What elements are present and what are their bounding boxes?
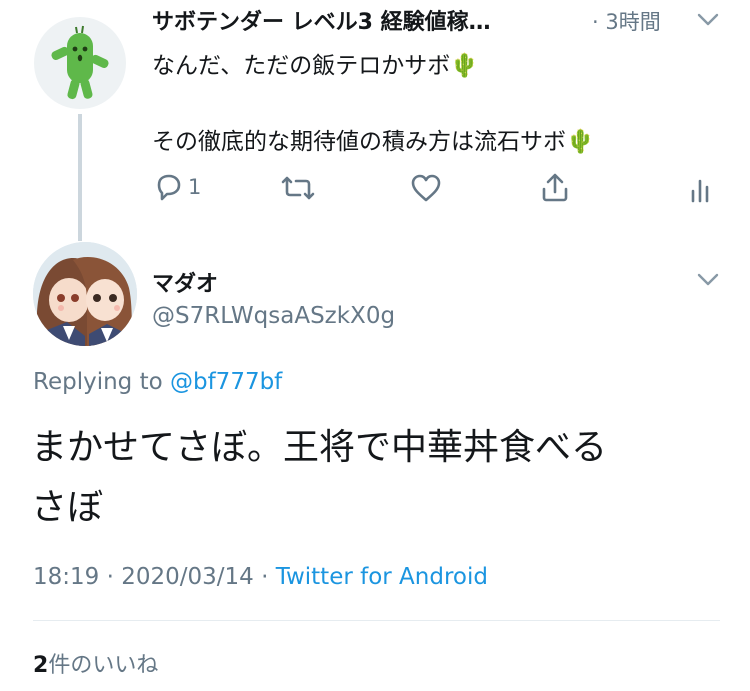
likes-label: 件のいいね <box>48 653 159 678</box>
replying-to-label: Replying to <box>33 369 170 395</box>
cactus-emoji-icon: 🌵 <box>450 53 479 79</box>
parent-text-line2: その徹底的な期待値の積み方は流石サボ🌵 <box>152 122 595 156</box>
tweet-meta: 18:19 · 2020/03/14 · Twitter for Android <box>33 564 488 590</box>
replying-to-handle-link[interactable]: @bf777bf <box>170 369 282 395</box>
tweet-source-link[interactable]: Twitter for Android <box>276 564 488 590</box>
parent-text-2: その徹底的な期待値の積み方は流石サボ <box>152 129 566 155</box>
parent-text-1: なんだ、ただの飯テロかサボ <box>152 53 451 79</box>
reply-display-name[interactable]: マダオ <box>152 266 218 298</box>
cactuar-avatar-icon <box>51 25 109 100</box>
likes-summary[interactable]: 2件のいいね <box>33 647 158 679</box>
likes-count: 2 <box>33 653 49 678</box>
share-icon[interactable] <box>540 171 570 203</box>
cactus-emoji-icon-2: 🌵 <box>566 129 595 155</box>
parent-display-name[interactable]: サボテンダー レベル3 経験値稼… <box>152 4 491 36</box>
reply-count: 1 <box>188 175 202 199</box>
anime-girls-avatar-icon <box>33 242 137 346</box>
reply-icon <box>157 174 181 201</box>
thread-line <box>78 114 82 241</box>
reply-avatar[interactable] <box>33 242 137 346</box>
parent-time[interactable]: · 3時間 <box>592 6 661 36</box>
reply-body-line1: まかせてさぼ。王将で中華丼食べる <box>31 427 608 468</box>
reply-chevron-down-icon[interactable] <box>697 273 719 287</box>
reply-body-line2: さぼ <box>31 487 104 528</box>
reply-action[interactable]: 1 <box>154 172 201 202</box>
like-icon[interactable] <box>410 173 442 203</box>
replying-to: Replying to @bf777bf <box>33 369 282 395</box>
parent-chevron-down-icon[interactable] <box>697 13 719 27</box>
retweet-icon[interactable] <box>280 175 316 201</box>
tweet-timestamp[interactable]: 18:19 · 2020/03/14 · <box>33 564 276 590</box>
reply-handle[interactable]: @S7RLWqsaASzkX0g <box>152 303 395 329</box>
parent-text-line1: なんだ、ただの飯テロかサボ🌵 <box>152 46 479 80</box>
parent-avatar[interactable] <box>34 17 126 109</box>
analytics-icon[interactable] <box>690 177 710 203</box>
divider <box>33 620 720 621</box>
